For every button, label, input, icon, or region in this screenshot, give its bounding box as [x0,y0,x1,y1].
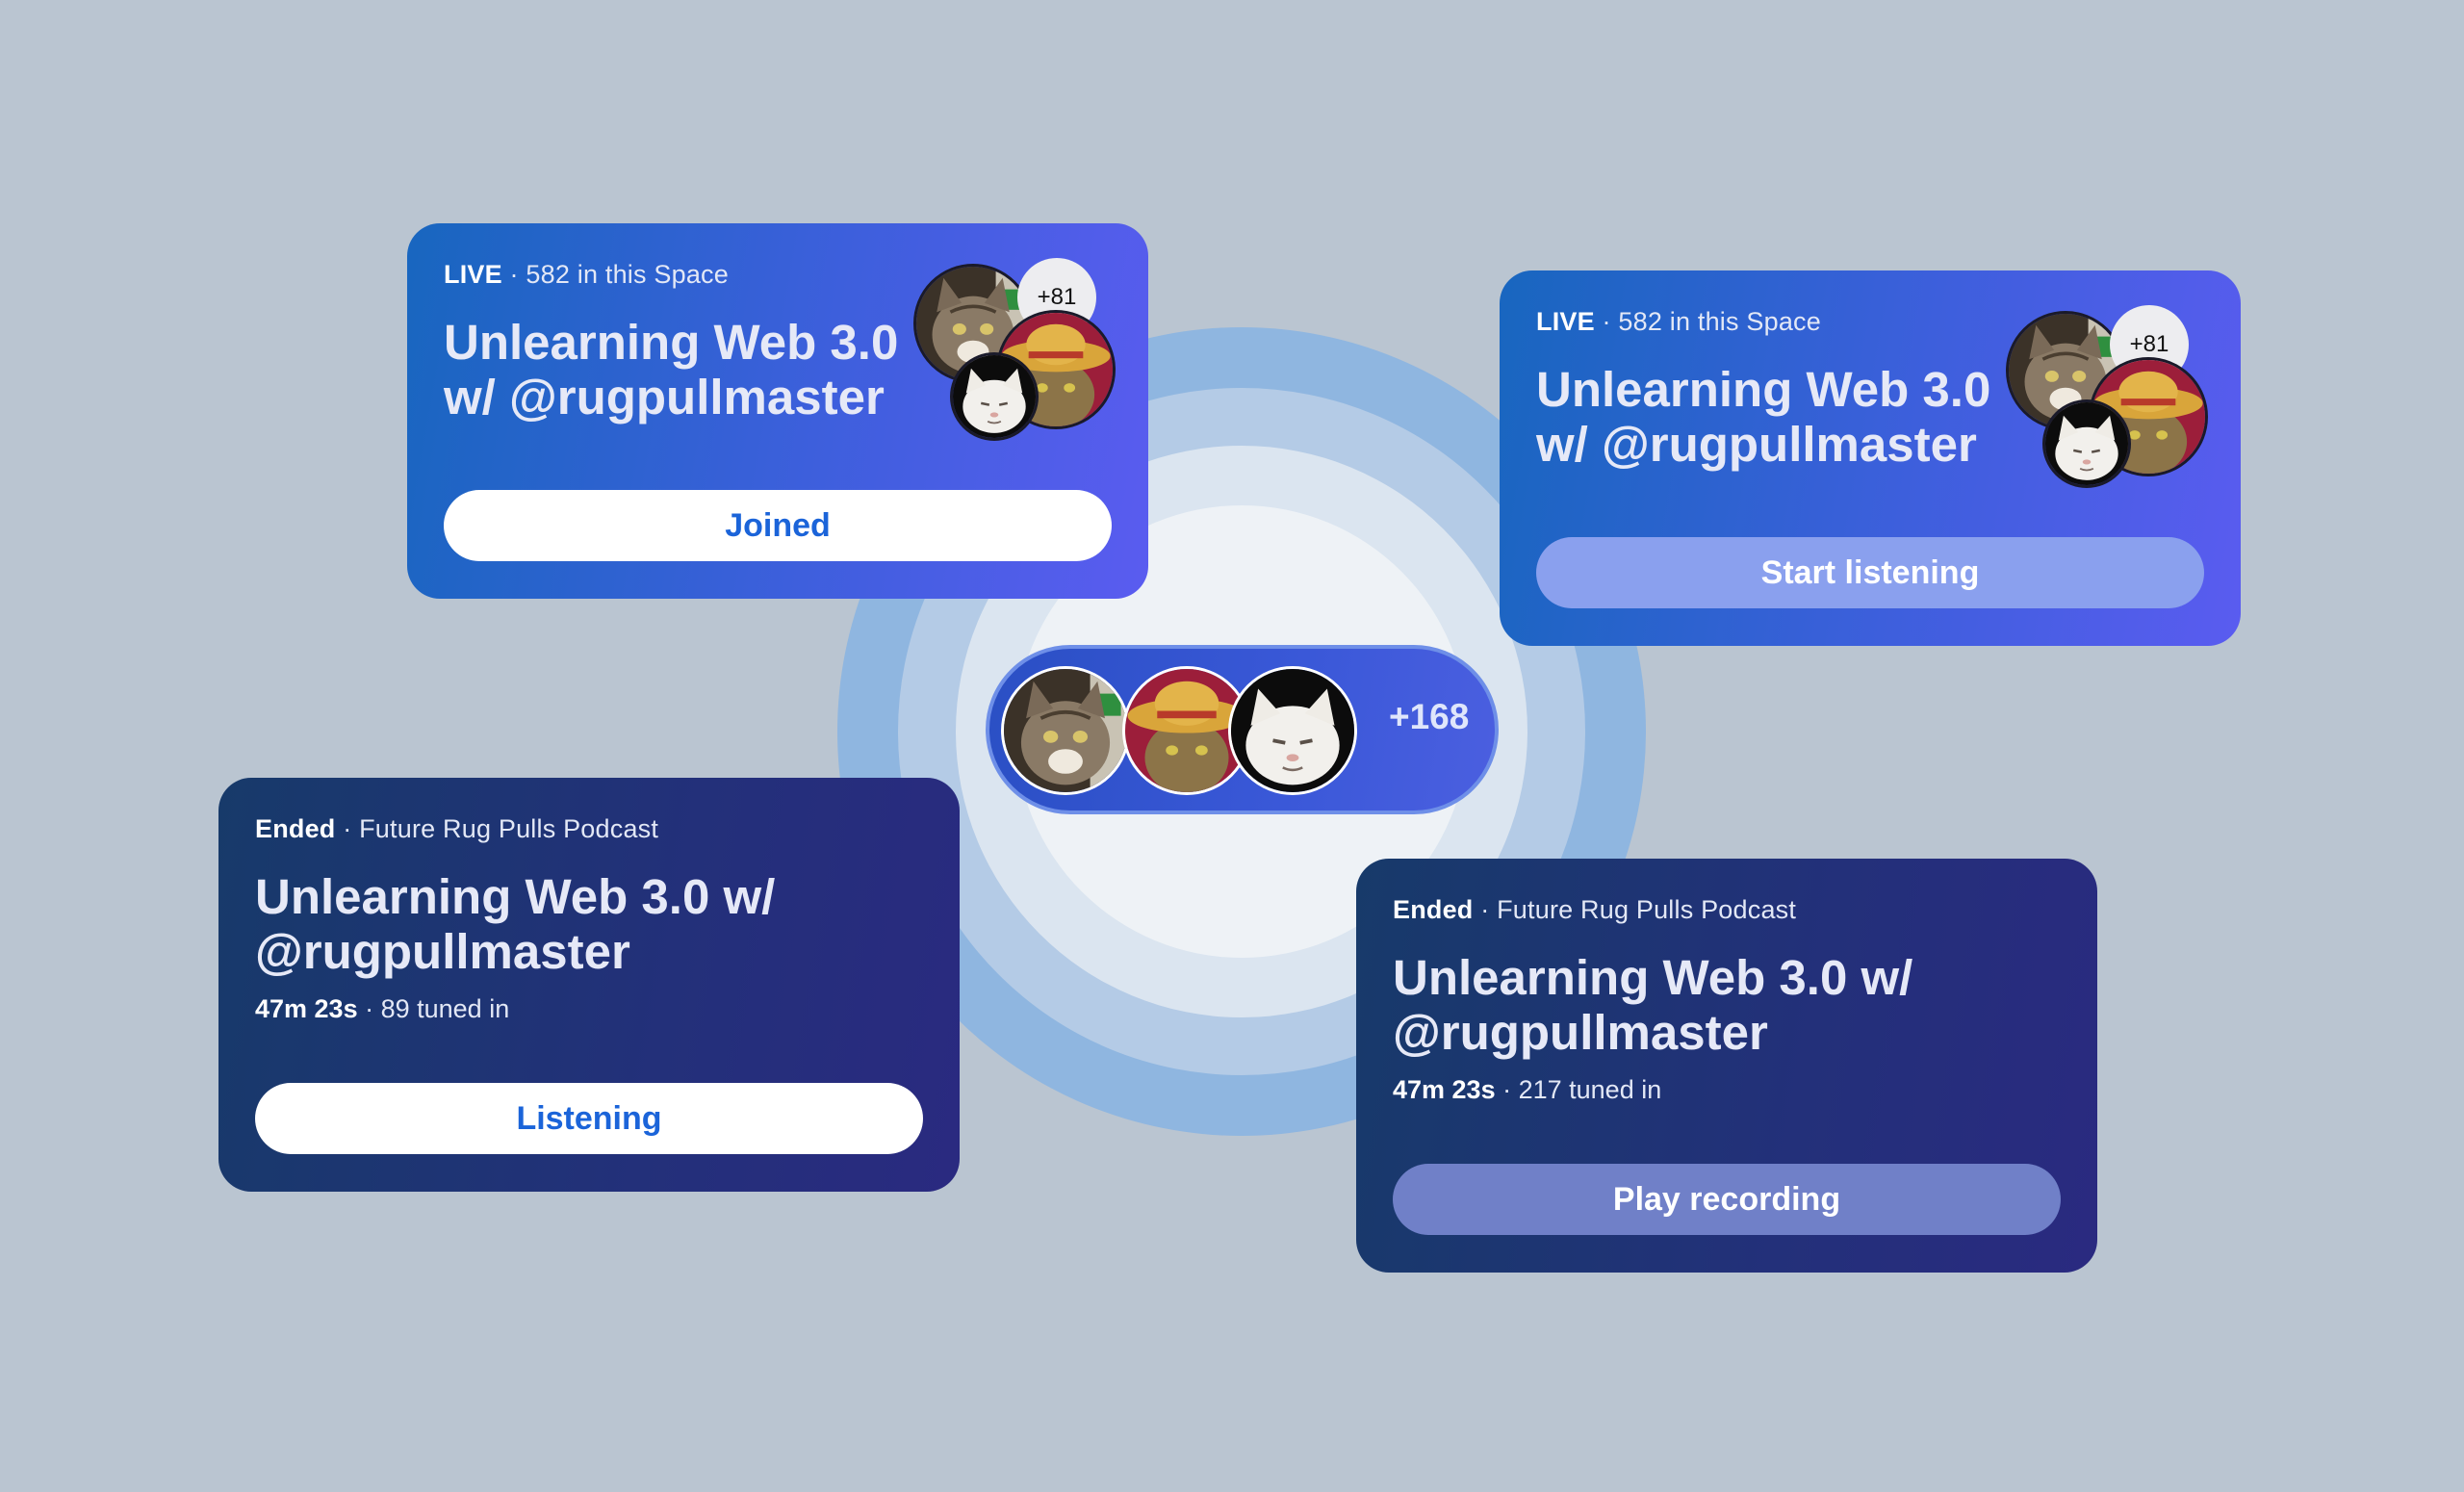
space-title: Unlearning Web 3.0 w/ @rugpullmaster [444,315,899,424]
tuned-in-count: · 89 tuned in [365,994,510,1023]
podcast-name: · Future Rug Pulls Podcast [1480,895,1797,924]
white-cat-avatar [1228,666,1357,795]
play-recording-button[interactable]: Play recording [1393,1164,2061,1235]
space-meta: Ended · Future Rug Pulls Podcast [255,814,923,844]
participants-pill[interactable]: +168 [986,645,1499,814]
space-meta: Ended · Future Rug Pulls Podcast [1393,895,2061,925]
tabby-cat-avatar [1001,666,1130,795]
participant-avatars: +81 [2006,305,2208,488]
recording-stats: 47m 23s · 89 tuned in [255,994,923,1024]
podcast-name: · Future Rug Pulls Podcast [343,814,659,843]
recording-stats: 47m 23s · 217 tuned in [1393,1075,2061,1105]
joined-button[interactable]: Joined [444,490,1112,561]
recording-duration: 47m 23s [255,994,358,1023]
extra-participants-count: +168 [1389,697,1470,736]
start-listening-button[interactable]: Start listening [1536,537,2204,608]
space-title: Unlearning Web 3.0 w/ @rugpullmaster [1536,362,1991,472]
listener-count: · 582 in this Space [509,260,729,289]
live-status-label: LIVE [444,260,502,289]
ended-status-label: Ended [255,814,336,843]
space-title: Unlearning Web 3.0 w/ @rugpullmaster [255,869,776,979]
white-cat-avatar [2042,399,2131,488]
space-card-ended-listening[interactable]: Ended · Future Rug Pulls Podcast Unlearn… [218,778,960,1192]
space-card-live-joined[interactable]: LIVE · 582 in this Space Unlearning Web … [407,223,1148,599]
participant-avatars: +81 [913,258,1116,441]
recording-duration: 47m 23s [1393,1075,1496,1104]
space-card-live-start[interactable]: LIVE · 582 in this Space Unlearning Web … [1500,270,2241,646]
listener-count: · 582 in this Space [1602,307,1821,336]
listening-button[interactable]: Listening [255,1083,923,1154]
space-card-ended-play[interactable]: Ended · Future Rug Pulls Podcast Unlearn… [1356,859,2097,1273]
ended-status-label: Ended [1393,895,1474,924]
tuned-in-count: · 217 tuned in [1502,1075,1662,1104]
white-cat-avatar [950,352,1039,441]
live-status-label: LIVE [1536,307,1595,336]
space-title: Unlearning Web 3.0 w/ @rugpullmaster [1393,950,1913,1060]
